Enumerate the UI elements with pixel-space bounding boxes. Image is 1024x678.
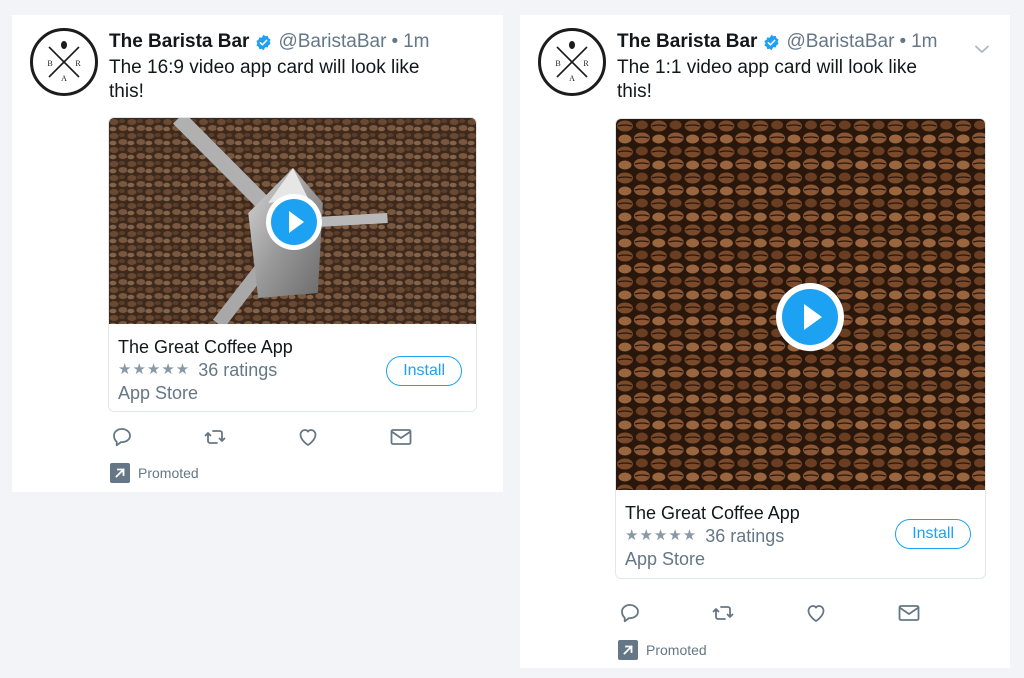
like-icon [299, 429, 317, 446]
retweet-icon [712, 606, 734, 620]
caret-down-icon[interactable] [974, 43, 990, 55]
author-name[interactable]: The Barista Bar [109, 31, 249, 53]
promoted-text: Promoted [138, 465, 199, 481]
timestamp[interactable]: 1m [403, 31, 429, 53]
author-handle[interactable]: @BaristaBar [278, 31, 386, 53]
avatar-letter: R [75, 59, 81, 68]
direct-message-button[interactable] [389, 425, 482, 449]
app-store-label: App Store [625, 549, 706, 569]
tweet-text: The 16:9 video app card will look like t… [109, 57, 420, 102]
reply-button[interactable] [110, 425, 203, 449]
play-button[interactable] [776, 283, 844, 351]
install-button[interactable]: Install [895, 519, 971, 549]
dm-icon [898, 605, 920, 621]
tweet-header: The Barista Bar @BaristaBar • 1m [109, 30, 430, 54]
ratings-count: 36 ratings [198, 360, 278, 380]
direct-message-button[interactable] [897, 601, 990, 625]
author-handle[interactable]: @BaristaBar [786, 31, 894, 53]
video-app-card[interactable]: The Great Coffee App ★★★★★ 36 ratings Ap… [108, 117, 477, 412]
timestamp[interactable]: 1m [911, 31, 937, 53]
install-button[interactable]: Install [386, 356, 462, 386]
retweet-button[interactable] [711, 601, 804, 625]
play-button[interactable] [266, 194, 322, 250]
separator-dot: • [391, 31, 399, 52]
verified-icon [256, 34, 272, 50]
retweet-icon [204, 430, 226, 444]
promoted-icon [110, 463, 130, 483]
reply-icon [621, 604, 639, 623]
play-icon [271, 199, 317, 245]
play-icon [782, 289, 838, 345]
star-rating: ★★★★★ [625, 527, 698, 544]
promoted-label[interactable]: Promoted [110, 463, 199, 483]
app-info: The Great Coffee App ★★★★★ 36 ratings Ap… [616, 490, 985, 570]
author-name[interactable]: The Barista Bar [617, 31, 757, 53]
reply-button[interactable] [618, 601, 711, 625]
avatar[interactable]: B R A [30, 28, 98, 96]
video-media-1x1[interactable] [616, 119, 985, 490]
tweet-16x9: B R A The Barista Bar @BaristaBar • 1m T… [12, 15, 503, 492]
video-media-16x9[interactable] [109, 118, 476, 324]
barista-bar-logo-icon: B R A [47, 41, 81, 83]
app-name: The Great Coffee App [118, 337, 293, 357]
tweet-header: The Barista Bar @BaristaBar • 1m [617, 30, 938, 54]
verified-icon [764, 34, 780, 50]
app-info: The Great Coffee App ★★★★★ 36 ratings Ap… [109, 324, 476, 404]
retweet-button[interactable] [203, 425, 296, 449]
avatar[interactable]: B R A [538, 28, 606, 96]
like-icon [807, 605, 825, 622]
tweet-actions [618, 601, 990, 625]
barista-bar-logo-icon: B R A [555, 41, 589, 83]
video-app-card[interactable]: The Great Coffee App ★★★★★ 36 ratings Ap… [615, 118, 986, 579]
avatar-letter: R [583, 59, 589, 68]
ratings-count: 36 ratings [705, 526, 785, 546]
like-button[interactable] [296, 425, 389, 449]
tweet-actions [110, 425, 482, 449]
avatar-letter: A [61, 74, 67, 83]
separator-dot: • [899, 31, 907, 52]
like-button[interactable] [804, 601, 897, 625]
reply-icon [113, 428, 131, 447]
avatar-letter: B [47, 59, 52, 68]
avatar-letter: A [569, 74, 575, 83]
promoted-text: Promoted [646, 642, 707, 658]
promoted-label[interactable]: Promoted [618, 640, 707, 660]
dm-icon [390, 429, 412, 445]
star-rating: ★★★★★ [118, 361, 191, 378]
tweet-text: The 1:1 video app card will look like th… [617, 57, 917, 102]
avatar-letter: B [555, 59, 560, 68]
promoted-icon [618, 640, 638, 660]
tweet-1x1: B R A The Barista Bar @BaristaBar • 1m T… [520, 15, 1010, 668]
